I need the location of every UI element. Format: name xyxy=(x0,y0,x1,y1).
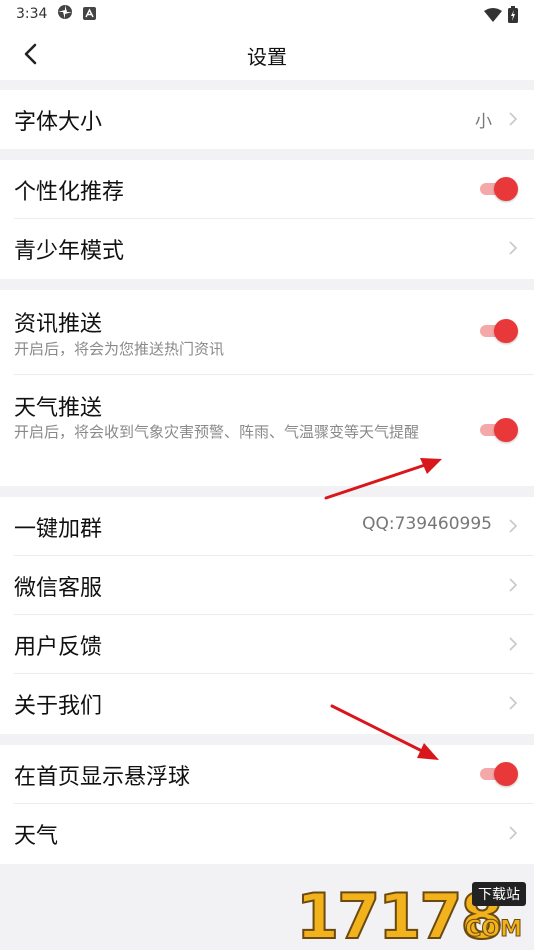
join-group-row[interactable]: 一键加群 QQ:739460995 xyxy=(14,497,534,556)
chevron-right-icon xyxy=(509,112,518,126)
chevron-right-icon xyxy=(509,578,518,592)
floating-ball-toggle[interactable] xyxy=(480,762,518,786)
chevron-right-icon xyxy=(509,696,518,710)
row-description: 开启后，将会为您推送热门资讯 xyxy=(14,340,225,358)
row-label: 用户反馈 xyxy=(14,635,103,660)
teen-mode-row[interactable]: 青少年模式 xyxy=(14,219,534,278)
chevron-right-icon xyxy=(509,826,518,840)
settings-group-support: 一键加群 QQ:739460995 微信客服 用户反馈 关于我们 xyxy=(0,497,534,734)
weather-push-row: 天气推送 开启后，将会收到气象灾害预警、阵雨、气温骤变等天气提醒 xyxy=(14,375,534,486)
status-time: 3:34 xyxy=(16,6,48,22)
row-label: 天气推送 xyxy=(14,396,103,421)
weather-row[interactable]: 天气 xyxy=(14,804,534,863)
row-label: 在首页显示悬浮球 xyxy=(14,765,191,790)
row-value: 小 xyxy=(475,112,492,132)
annotation-arrow-icon xyxy=(324,458,442,500)
settings-group-display: 字体大小 小 xyxy=(0,90,534,149)
row-label: 字体大小 xyxy=(14,110,103,135)
battery-charging-icon xyxy=(508,6,518,27)
personalized-recommendation-toggle[interactable] xyxy=(480,177,518,201)
personalized-recommendation-row: 个性化推荐 xyxy=(14,160,534,219)
pinwheel-icon xyxy=(57,4,73,24)
news-push-toggle[interactable] xyxy=(480,319,518,343)
weather-push-toggle[interactable] xyxy=(480,418,518,442)
row-label: 个性化推荐 xyxy=(14,180,125,205)
floating-ball-row: 在首页显示悬浮球 xyxy=(14,745,534,804)
wifi-icon xyxy=(484,7,502,26)
chevron-right-icon xyxy=(509,241,518,255)
font-size-row[interactable]: 字体大小 小 xyxy=(14,90,534,149)
settings-group-home: 在首页显示悬浮球 天气 xyxy=(0,745,534,864)
user-feedback-row[interactable]: 用户反馈 xyxy=(14,615,534,674)
accessibility-a-icon xyxy=(83,5,97,24)
chevron-right-icon xyxy=(509,637,518,651)
about-us-row[interactable]: 关于我们 xyxy=(14,674,534,733)
qq-number: QQ:739460995 xyxy=(362,514,492,534)
wechat-support-row[interactable]: 微信客服 xyxy=(14,556,534,615)
row-label: 资讯推送 xyxy=(14,312,103,337)
row-description: 开启后，将会收到气象灾害预警、阵雨、气温骤变等天气提醒 xyxy=(14,423,420,441)
settings-group-push: 资讯推送 开启后，将会为您推送热门资讯 天气推送 开启后，将会收到气象灾害预警、… xyxy=(0,290,534,486)
row-label: 微信客服 xyxy=(14,576,103,601)
chevron-right-icon xyxy=(509,519,518,533)
row-label: 天气 xyxy=(14,824,59,849)
page-title: 设置 xyxy=(247,45,287,69)
watermark-suffix: COM xyxy=(465,917,523,943)
row-label: 一键加群 xyxy=(14,517,103,542)
settings-group-content: 个性化推荐 青少年模式 xyxy=(0,160,534,279)
status-bar: 3:34 xyxy=(0,0,534,28)
site-watermark-logo: 17178 下载站 COM xyxy=(295,878,526,949)
annotation-arrow-icon xyxy=(330,704,439,760)
news-push-row: 资讯推送 开启后，将会为您推送热门资讯 xyxy=(14,290,534,375)
watermark-badge: 下载站 xyxy=(472,882,526,906)
page-header: 设置 xyxy=(0,28,534,80)
row-label: 青少年模式 xyxy=(14,239,125,264)
row-label: 关于我们 xyxy=(14,694,103,719)
